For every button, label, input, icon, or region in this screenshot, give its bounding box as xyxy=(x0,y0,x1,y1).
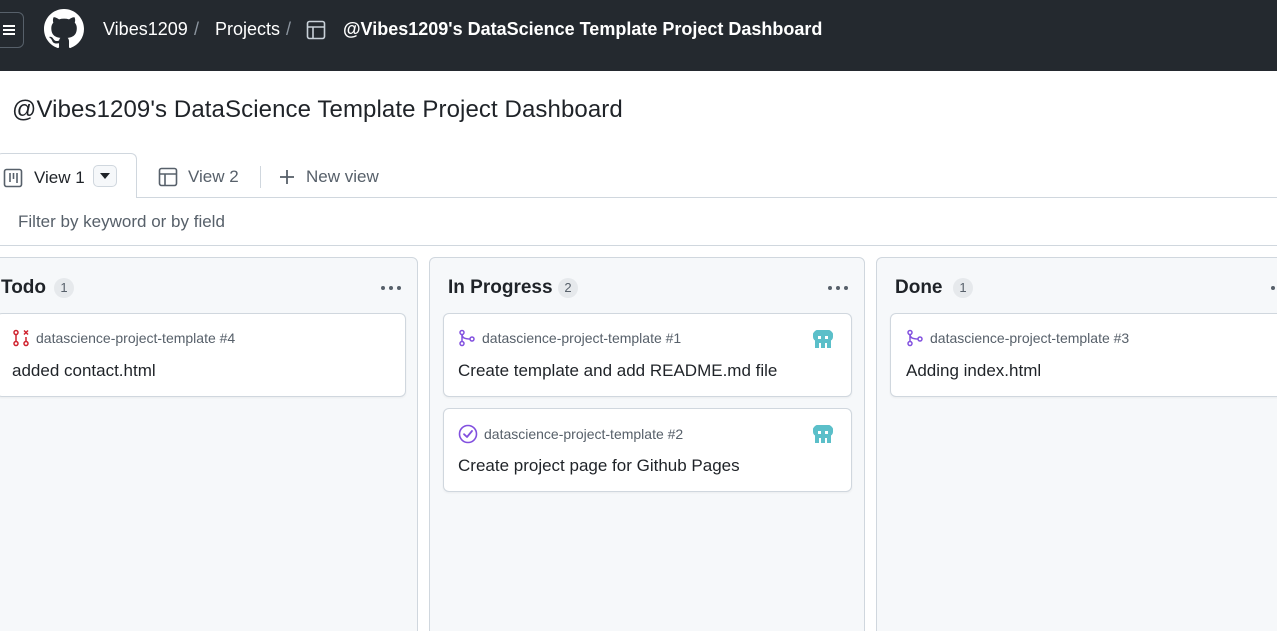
filter-bar xyxy=(0,198,1277,246)
tab-label: View 2 xyxy=(188,167,239,186)
card[interactable]: datascience-project-template #2 Create p… xyxy=(443,408,852,492)
breadcrumb-project-title[interactable]: @Vibes1209's DataScience Template Projec… xyxy=(343,19,822,40)
card-title[interactable]: Create project page for Github Pages xyxy=(458,456,740,476)
breadcrumb-projects[interactable]: Projects xyxy=(215,19,280,40)
issue-closed-icon xyxy=(458,424,478,444)
breadcrumb-separator: / xyxy=(286,19,292,39)
github-logo-icon[interactable] xyxy=(44,9,84,49)
plus-icon xyxy=(280,170,294,184)
tab-label: View 1 xyxy=(34,168,85,187)
pull-request-closed-icon xyxy=(13,329,29,347)
breadcrumb-user[interactable]: Vibes1209 xyxy=(103,19,188,40)
column-count-badge: 2 xyxy=(558,278,578,298)
card[interactable]: datascience-project-template #4 added co… xyxy=(0,313,406,397)
tab-view-1[interactable]: View 1 xyxy=(0,153,137,199)
top-navigation-bar: Vibes1209 / Projects / @Vibes1209's Data… xyxy=(0,0,1277,71)
column-menu-button[interactable] xyxy=(377,278,405,298)
card-meta: datascience-project-template #1 xyxy=(458,329,681,347)
assignee-avatar[interactable] xyxy=(811,328,835,352)
new-view-label: New view xyxy=(306,167,379,186)
pull-request-merged-icon xyxy=(459,329,475,347)
column-count-badge: 1 xyxy=(953,278,973,298)
view-options-dropdown[interactable] xyxy=(93,165,117,187)
card-meta: datascience-project-template #3 xyxy=(906,329,1129,347)
card-repo-ref[interactable]: datascience-project-template #1 xyxy=(482,330,681,346)
card[interactable]: datascience-project-template #1 Create t… xyxy=(443,313,852,397)
card-repo-ref[interactable]: datascience-project-template #2 xyxy=(484,426,683,442)
card-repo-ref[interactable]: datascience-project-template #3 xyxy=(930,330,1129,346)
column-todo: Todo 1 datascience-project-template #4 a… xyxy=(0,257,418,631)
table-icon xyxy=(306,20,326,40)
board: Todo 1 datascience-project-template #4 a… xyxy=(0,247,1277,631)
pull-request-merged-icon xyxy=(907,329,923,347)
tab-view-2[interactable]: View 2 xyxy=(158,167,239,187)
assignee-avatar[interactable] xyxy=(811,423,835,447)
kebab-horizontal-icon xyxy=(381,286,401,290)
breadcrumb-separator: / xyxy=(194,19,200,39)
kebab-horizontal-icon xyxy=(1271,286,1275,290)
column-menu-button[interactable] xyxy=(1267,278,1277,298)
card-meta: datascience-project-template #2 xyxy=(458,424,683,444)
tab-separator xyxy=(260,166,261,188)
column-name: Todo xyxy=(1,277,47,298)
hamburger-icon xyxy=(3,25,15,35)
card-repo-ref[interactable]: datascience-project-template #4 xyxy=(36,330,235,346)
avatar-image xyxy=(811,328,835,352)
kebab-horizontal-icon xyxy=(828,286,848,290)
card-meta: datascience-project-template #4 xyxy=(12,329,235,347)
column-name: Done xyxy=(895,277,943,298)
filter-input[interactable] xyxy=(18,212,918,232)
triangle-down-icon xyxy=(100,173,110,179)
card-title[interactable]: added contact.html xyxy=(12,361,156,381)
menu-button[interactable] xyxy=(0,12,24,48)
board-icon xyxy=(3,168,23,188)
column-name: In Progress xyxy=(448,277,553,298)
column-done: Done 1 datascience-project-template #3 A… xyxy=(876,257,1277,631)
column-in-progress: In Progress 2 datascience-project-templa… xyxy=(429,257,865,631)
column-menu-button[interactable] xyxy=(824,278,852,298)
column-count-badge: 1 xyxy=(54,278,74,298)
table-icon xyxy=(158,167,178,187)
avatar-image xyxy=(811,423,835,447)
card-title[interactable]: Adding index.html xyxy=(906,361,1041,381)
new-view-button[interactable]: New view xyxy=(278,167,379,187)
page-title: @Vibes1209's DataScience Template Projec… xyxy=(12,96,623,123)
card[interactable]: datascience-project-template #3 Adding i… xyxy=(890,313,1277,397)
card-title[interactable]: Create template and add README.md file xyxy=(458,361,777,381)
